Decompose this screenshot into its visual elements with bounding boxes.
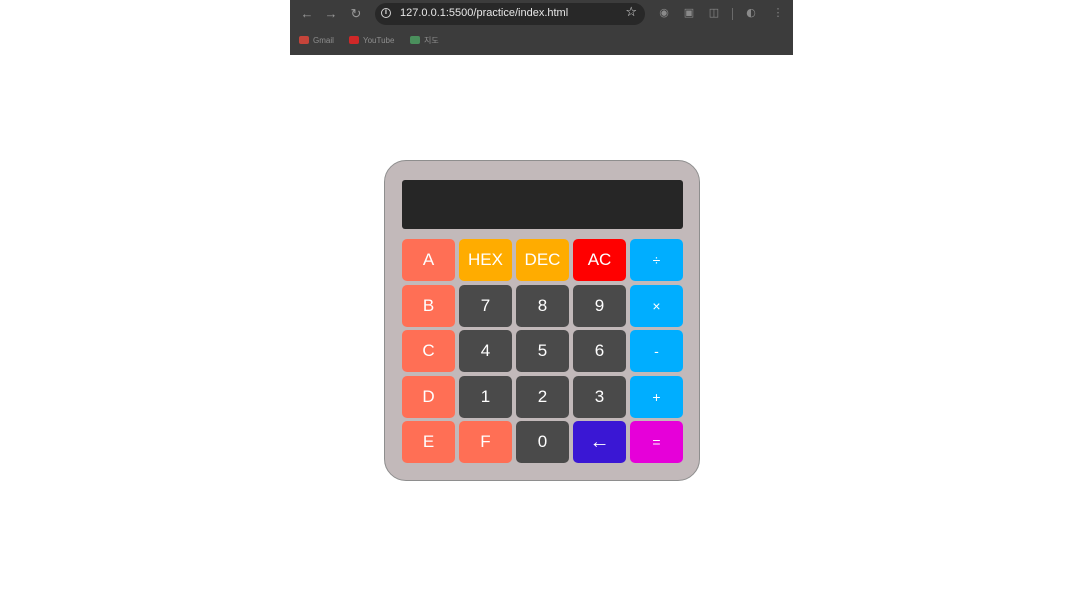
- key-add[interactable]: +: [630, 375, 683, 418]
- key-9[interactable]: 9: [573, 284, 626, 327]
- bookmark-maps[interactable]: 지도: [410, 34, 439, 46]
- calculator-display: [402, 180, 683, 229]
- toolbar-divider: [732, 8, 733, 20]
- profile-icon[interactable]: ◐: [744, 6, 758, 20]
- key-all-clear[interactable]: AC: [573, 239, 626, 281]
- maps-icon: [410, 36, 420, 44]
- address-url: 127.0.0.1:5500/practice/index.html: [400, 7, 569, 19]
- reload-icon[interactable]: ↻: [347, 5, 365, 23]
- puzzle-icon[interactable]: ◫: [707, 6, 721, 20]
- key-backspace[interactable]: ←: [573, 421, 626, 463]
- key-2[interactable]: 2: [516, 375, 569, 418]
- bookmark-star-icon[interactable]: ☆: [625, 5, 637, 20]
- key-equals[interactable]: =: [630, 421, 683, 463]
- bookmark-youtube[interactable]: YouTube: [349, 34, 394, 46]
- site-info-icon[interactable]: i: [381, 8, 391, 18]
- key-divide[interactable]: ÷: [630, 239, 683, 281]
- bookmark-label: YouTube: [363, 35, 395, 45]
- key-e[interactable]: E: [402, 421, 455, 463]
- key-hex-mode[interactable]: HEX: [459, 239, 512, 281]
- key-multiply[interactable]: ×: [630, 284, 683, 327]
- key-dec-mode[interactable]: DEC: [516, 239, 569, 281]
- key-c[interactable]: C: [402, 330, 455, 372]
- bookmarks-bar: Gmail YouTube 지도: [290, 30, 793, 50]
- address-bar[interactable]: i 127.0.0.1:5500/practice/index.html ☆: [375, 3, 645, 25]
- key-6[interactable]: 6: [573, 330, 626, 372]
- key-8[interactable]: 8: [516, 284, 569, 327]
- key-d[interactable]: D: [402, 375, 455, 418]
- menu-dots-icon[interactable]: ⋮: [771, 6, 785, 20]
- bookmark-label: Gmail: [313, 35, 334, 45]
- key-subtract[interactable]: -: [630, 330, 683, 372]
- youtube-icon: [349, 36, 359, 44]
- key-3[interactable]: 3: [573, 375, 626, 418]
- keypad: A HEX DEC AC ÷ B 7 8 9 × C 4 5 6 - D 1 2…: [402, 239, 683, 463]
- key-a[interactable]: A: [402, 239, 455, 281]
- gmail-icon: [299, 36, 309, 44]
- key-b[interactable]: B: [402, 284, 455, 327]
- browser-toolbar: ← → ↻ i 127.0.0.1:5500/practice/index.ht…: [290, 0, 793, 28]
- browser-window: ← → ↻ i 127.0.0.1:5500/practice/index.ht…: [290, 0, 793, 55]
- back-arrow-icon[interactable]: ←: [298, 5, 316, 23]
- key-f[interactable]: F: [459, 421, 512, 463]
- key-4[interactable]: 4: [459, 330, 512, 372]
- bookmark-label: 지도: [424, 35, 439, 45]
- extension-icon[interactable]: ◉: [657, 6, 671, 20]
- key-0[interactable]: 0: [516, 421, 569, 463]
- tab-search-icon[interactable]: ▣: [682, 6, 696, 20]
- forward-arrow-icon[interactable]: →: [322, 5, 340, 23]
- key-1[interactable]: 1: [459, 375, 512, 418]
- key-5[interactable]: 5: [516, 330, 569, 372]
- key-7[interactable]: 7: [459, 284, 512, 327]
- bookmark-gmail[interactable]: Gmail: [299, 34, 334, 46]
- calculator: A HEX DEC AC ÷ B 7 8 9 × C 4 5 6 - D 1 2…: [384, 160, 700, 481]
